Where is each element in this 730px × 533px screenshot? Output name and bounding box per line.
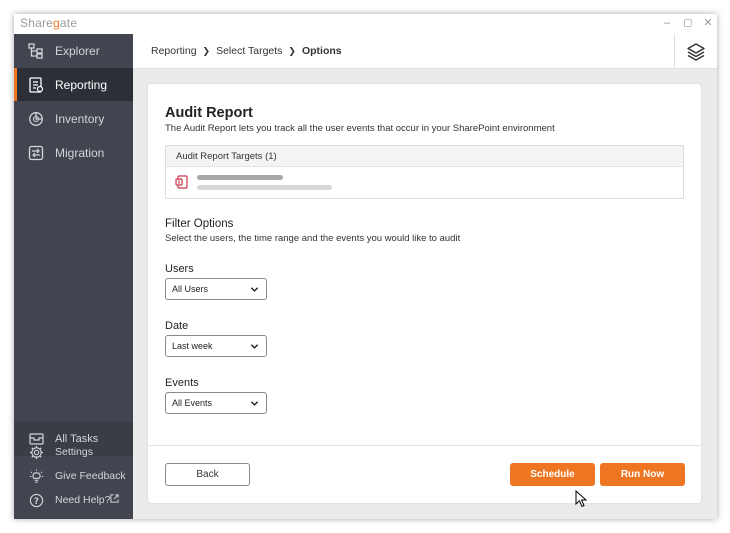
sidebar-item-inventory[interactable]: Inventory: [14, 102, 133, 135]
app-window: Sharegate – ◻ ✕ Explorer Reporting Inven…: [14, 14, 717, 519]
chevron-down-icon: [250, 401, 259, 406]
events-select-value: All Events: [172, 398, 213, 408]
sidebar-item-label: Migration: [55, 145, 105, 160]
date-label: Date: [165, 320, 189, 332]
help-label: Need Help?: [55, 494, 111, 506]
page-header: Reporting ❯ Select Targets ❯ Options: [133, 34, 717, 69]
sharepoint-site-icon: [175, 175, 189, 194]
events-select[interactable]: All Events: [165, 392, 267, 414]
schedule-button[interactable]: Schedule: [510, 463, 595, 486]
close-button[interactable]: ✕: [701, 16, 715, 30]
mouse-cursor-icon: [575, 490, 588, 508]
maximize-button[interactable]: ◻: [681, 16, 695, 30]
sidebar-item-migration[interactable]: Migration: [14, 136, 133, 169]
minimize-button[interactable]: –: [660, 16, 674, 30]
date-select[interactable]: Last week: [165, 335, 267, 357]
events-label: Events: [165, 377, 199, 389]
sidebar-item-help[interactable]: ? Need Help?: [14, 489, 133, 511]
options-card: Audit Report The Audit Report lets you t…: [148, 84, 701, 503]
filter-options-title: Filter Options: [165, 218, 234, 230]
date-select-value: Last week: [172, 341, 213, 351]
targets-header: Audit Report Targets (1): [166, 146, 683, 167]
layers-button[interactable]: [674, 34, 717, 69]
breadcrumb-options: Options: [301, 45, 342, 57]
lightbulb-icon: [28, 468, 44, 484]
feedback-label: Give Feedback: [55, 470, 126, 482]
settings-label: Settings: [55, 446, 93, 458]
external-link-icon: [110, 494, 119, 506]
chevron-right-icon: ❯: [202, 45, 211, 56]
chevron-right-icon: ❯: [288, 45, 296, 56]
report-description: The Audit Report lets you track all the …: [165, 123, 555, 134]
app-logo: Sharegate: [20, 16, 78, 30]
layers-icon: [687, 42, 705, 61]
users-select[interactable]: All Users: [165, 278, 267, 300]
breadcrumb-reporting[interactable]: Reporting: [151, 45, 197, 57]
help-icon: ?: [28, 492, 44, 508]
chevron-down-icon: [250, 287, 259, 292]
sidebar-item-label: Reporting: [55, 77, 108, 92]
back-button[interactable]: Back: [165, 463, 250, 486]
users-select-value: All Users: [172, 284, 209, 294]
inventory-icon: [28, 111, 44, 127]
sidebar-item-settings[interactable]: Settings: [14, 441, 133, 463]
breadcrumb-select-targets[interactable]: Select Targets: [216, 45, 282, 57]
users-label: Users: [165, 263, 194, 275]
explorer-tree-icon: [28, 42, 44, 59]
run-now-button[interactable]: Run Now: [600, 463, 685, 486]
page-title: Audit Report: [165, 105, 253, 121]
gear-icon: [28, 444, 44, 460]
sidebar-item-reporting[interactable]: Reporting: [14, 68, 133, 101]
target-name-placeholder: [197, 175, 283, 180]
sidebar: Explorer Reporting Inventory Migration A…: [14, 34, 133, 519]
migration-icon: [28, 145, 44, 161]
sidebar-item-label: Inventory: [55, 111, 105, 126]
sidebar-item-explorer[interactable]: Explorer: [14, 34, 133, 67]
chevron-down-icon: [250, 344, 259, 349]
breadcrumb: Reporting ❯ Select Targets ❯ Options: [151, 45, 342, 57]
filter-options-description: Select the users, the time range and the…: [165, 233, 461, 244]
svg-text:?: ?: [34, 495, 39, 505]
sidebar-item-label: Explorer: [55, 43, 100, 58]
title-bar: Sharegate – ◻ ✕: [14, 14, 717, 34]
target-url-placeholder: [197, 185, 332, 190]
targets-panel: Audit Report Targets (1): [165, 145, 684, 199]
footer-divider: [148, 445, 701, 446]
sidebar-item-feedback[interactable]: Give Feedback: [14, 465, 133, 487]
reporting-icon: [28, 76, 44, 93]
